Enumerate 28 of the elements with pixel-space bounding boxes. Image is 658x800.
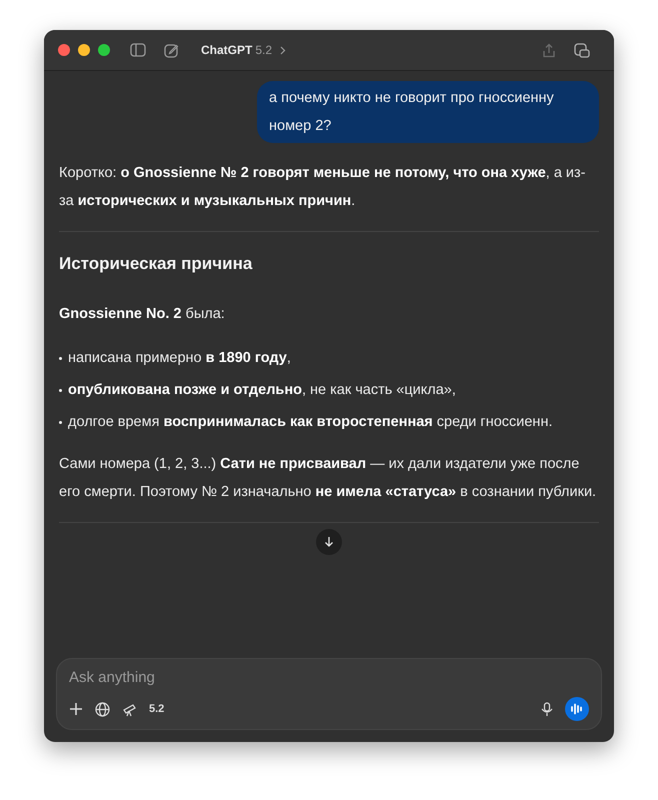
microphone-icon[interactable] xyxy=(541,702,553,716)
bullet-item: опубликована позже и отдельно, не как часть «цикла», xyxy=(68,381,456,400)
bullet-icon xyxy=(59,357,62,360)
window-title[interactable]: ChatGPT xyxy=(201,43,252,57)
bullet-item: написана примерно в 1890 году, xyxy=(68,349,291,368)
new-chat-icon[interactable] xyxy=(164,42,179,58)
window-icon[interactable] xyxy=(574,42,590,58)
answer-paragraph: Gnossienne No. 2 была: xyxy=(59,305,226,324)
voice-button[interactable] xyxy=(565,697,589,721)
model-label[interactable]: 5.2 xyxy=(255,43,272,57)
sidebar-icon[interactable] xyxy=(130,43,146,57)
bullet-icon xyxy=(59,421,62,424)
answer-paragraph: Коротко: о Gnossienne № 2 говорят меньше не потому, что она хуже, а из-за исторических и музыкальных причин. xyxy=(59,164,587,211)
minimize-button[interactable] xyxy=(78,44,90,56)
scroll-down-button[interactable] xyxy=(316,529,342,555)
model-button[interactable]: 5.2 xyxy=(149,703,164,715)
message-input[interactable]: Ask anything xyxy=(69,669,269,686)
close-button[interactable] xyxy=(58,44,70,56)
chevron-icon[interactable] xyxy=(280,46,286,54)
globe-icon[interactable] xyxy=(95,702,110,716)
user-message: а почему никто не говорит про гноссиенну номер 2? xyxy=(257,81,599,143)
telescope-icon[interactable] xyxy=(122,702,137,716)
section-heading: Историческая причина xyxy=(59,253,254,275)
bullet-icon xyxy=(59,389,62,392)
bullet-item: долгое время воспринималась как второстепенная среди гноссиенн. xyxy=(68,413,552,432)
plus-icon[interactable] xyxy=(69,702,83,716)
answer-paragraph: Сами номера (1, 2, 3...) Сати не присваивал — их дали издатели уже после его смерти. Поэтому № 2 изначально не имела «статуса» в сознании публики. xyxy=(59,455,598,502)
zoom-button[interactable] xyxy=(98,44,110,56)
